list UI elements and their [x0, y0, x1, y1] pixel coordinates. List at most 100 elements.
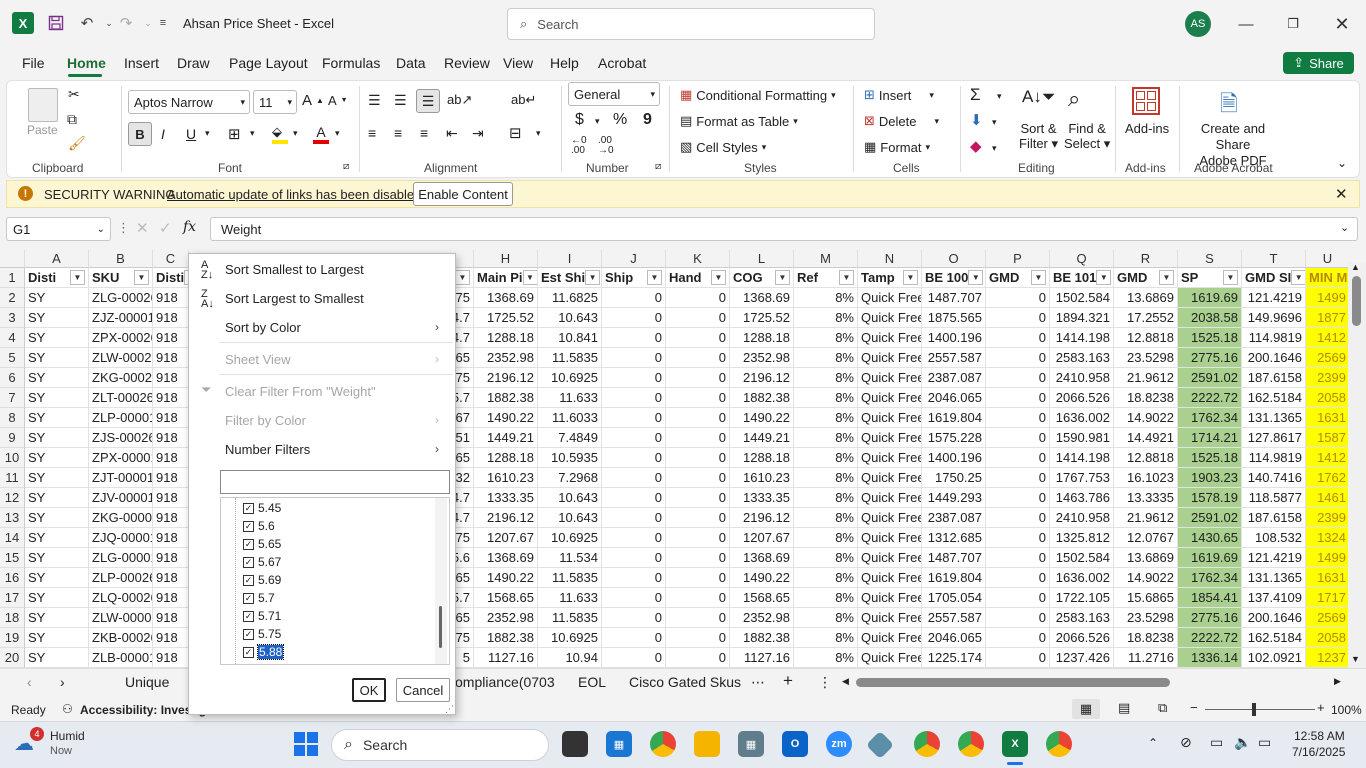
header-cell[interactable]: Main Pi ▼	[474, 268, 538, 288]
checkbox-checked-icon[interactable]: ✓	[243, 574, 254, 586]
cell[interactable]: 2352.98	[474, 608, 538, 628]
paste-icon[interactable]	[28, 88, 58, 122]
page-layout-view-icon[interactable]: ▤	[1118, 700, 1130, 716]
cell[interactable]: 8%	[794, 388, 858, 408]
more-sheets-icon[interactable]: ⋯	[751, 674, 765, 691]
row-header[interactable]: 19	[0, 628, 25, 648]
format-as-table-button[interactable]: ▤ Format as Table ▾	[680, 113, 798, 129]
cell[interactable]: 1368.69	[730, 288, 794, 308]
header-cell[interactable]: GMD ▼	[986, 268, 1050, 288]
cell[interactable]: 1487.707	[922, 288, 986, 308]
header-cell[interactable]: GMD SI ▼	[1242, 268, 1306, 288]
increase-font-icon[interactable]: A ▲	[302, 92, 324, 109]
cell[interactable]: 1636.002	[1050, 568, 1114, 588]
cell[interactable]: 10.94	[538, 648, 602, 668]
zoom-in-icon[interactable]: +	[1317, 700, 1325, 715]
cell[interactable]: ZJQ-00001	[89, 528, 153, 548]
save-icon[interactable]	[43, 10, 69, 36]
cell[interactable]: 114.9819	[1242, 448, 1306, 468]
font-color-icon[interactable]: A	[313, 124, 329, 144]
expand-formula-icon[interactable]: ⌄	[1340, 221, 1349, 234]
dialog-launcher-icon[interactable]: ⧄	[655, 161, 661, 172]
volume-icon[interactable]: 🔈	[1234, 734, 1251, 751]
header-cell[interactable]: Ref ▼	[794, 268, 858, 288]
autosum-icon[interactable]: Σ	[970, 85, 981, 105]
avatar[interactable]: AS	[1185, 11, 1211, 37]
header-cell[interactable]: GMD ▼	[1114, 268, 1178, 288]
column-header[interactable]: L	[730, 250, 794, 268]
cell[interactable]: 0	[602, 508, 666, 528]
cell[interactable]: 1449.21	[730, 428, 794, 448]
clock-time[interactable]: 12:58 AM	[1294, 729, 1345, 743]
cell[interactable]: 12.8818	[1114, 328, 1178, 348]
cell[interactable]: 0	[986, 408, 1050, 428]
cell[interactable]: ZKG-00026	[89, 368, 153, 388]
clock-date[interactable]: 7/16/2025	[1292, 745, 1345, 759]
menu-acrobat[interactable]: Acrobat	[598, 55, 646, 71]
cell[interactable]: 1502.584	[1050, 548, 1114, 568]
restore-icon[interactable]: ❐	[1271, 10, 1315, 38]
filter-value-item[interactable]: ✓ 5.71	[243, 609, 281, 623]
cell[interactable]: Quick Free	[858, 448, 922, 468]
cell[interactable]: 8%	[794, 528, 858, 548]
insert-function-button[interactable]: fx	[183, 219, 196, 235]
font-size-select[interactable]: 11 ▾	[253, 90, 297, 114]
cell[interactable]: 2352.98	[730, 608, 794, 628]
cell[interactable]: 17.2552	[1114, 308, 1178, 328]
cell[interactable]: 0	[986, 468, 1050, 488]
cell[interactable]: Quick Free	[858, 388, 922, 408]
cell[interactable]: 0	[986, 588, 1050, 608]
align-right-icon[interactable]: ≡	[420, 125, 428, 141]
filter-dropdown-icon[interactable]: ▼	[585, 270, 601, 285]
column-header[interactable]: A	[25, 250, 89, 268]
cell[interactable]: Quick Free	[858, 308, 922, 328]
header-cell[interactable]: Disti▼	[153, 268, 189, 288]
filter-value-item[interactable]: ✓ 5.75	[243, 627, 281, 641]
add-sheet-icon[interactable]: +	[783, 671, 793, 691]
zoom-slider[interactable]	[1205, 709, 1315, 710]
normal-view-icon[interactable]: ▦	[1072, 699, 1100, 719]
filter-dropdown-icon[interactable]: ▼	[711, 270, 726, 285]
cell[interactable]: 0	[666, 348, 730, 368]
row-header[interactable]: 5	[0, 348, 25, 368]
increase-decimal-icon[interactable]: ←0.00	[571, 136, 587, 156]
confirm-entry-icon[interactable]: ✓	[159, 219, 172, 237]
cell[interactable]: 8%	[794, 428, 858, 448]
cell[interactable]: 1237.426	[1050, 648, 1114, 668]
cell[interactable]: 0	[602, 288, 666, 308]
cell[interactable]: 1619.804	[922, 568, 986, 588]
format-painter-icon[interactable]: 🖌	[68, 135, 86, 152]
cell[interactable]: ZJZ-00001	[89, 308, 153, 328]
cell[interactable]: 1368.69	[474, 548, 538, 568]
cell[interactable]: 1903.23	[1178, 468, 1242, 488]
format-cells-button[interactable]: ▦ Format ▾	[864, 139, 930, 155]
file-explorer-icon[interactable]	[694, 731, 720, 757]
cancel-button[interactable]: Cancel	[396, 678, 450, 702]
cell[interactable]: 1207.67	[474, 528, 538, 548]
cell[interactable]: 10.841	[538, 328, 602, 348]
sort-filter-button[interactable]: Sort & Filter ▾	[1019, 121, 1058, 151]
cell[interactable]: 2046.065	[922, 628, 986, 648]
cell[interactable]: 1610.23	[474, 468, 538, 488]
row-header[interactable]: 18	[0, 608, 25, 628]
cell[interactable]: 0	[986, 548, 1050, 568]
cell[interactable]: 918	[153, 548, 189, 568]
cell[interactable]: 14.9022	[1114, 568, 1178, 588]
column-header[interactable]: T	[1242, 250, 1306, 268]
cell[interactable]: 10.6925	[538, 368, 602, 388]
cell[interactable]: SY	[25, 588, 89, 608]
tab-scroll-right-icon[interactable]: ›	[60, 674, 65, 690]
find-select-icon[interactable]: ⌕	[1068, 86, 1080, 112]
cell[interactable]: 0	[602, 308, 666, 328]
cell[interactable]: Quick Free	[858, 588, 922, 608]
cell[interactable]: 1525.18	[1178, 328, 1242, 348]
cell[interactable]: 0	[986, 288, 1050, 308]
filter-value-item[interactable]: ✓ 5.65	[243, 537, 281, 551]
accessibility-icon[interactable]: ⚇	[62, 702, 73, 716]
cell[interactable]: 1725.52	[730, 308, 794, 328]
menu-page-layout[interactable]: Page Layout	[229, 55, 308, 71]
cell[interactable]: 2058	[1306, 388, 1348, 408]
menu-draw[interactable]: Draw	[177, 55, 210, 71]
cell[interactable]: 8%	[794, 468, 858, 488]
cell[interactable]: 1877	[1306, 308, 1348, 328]
